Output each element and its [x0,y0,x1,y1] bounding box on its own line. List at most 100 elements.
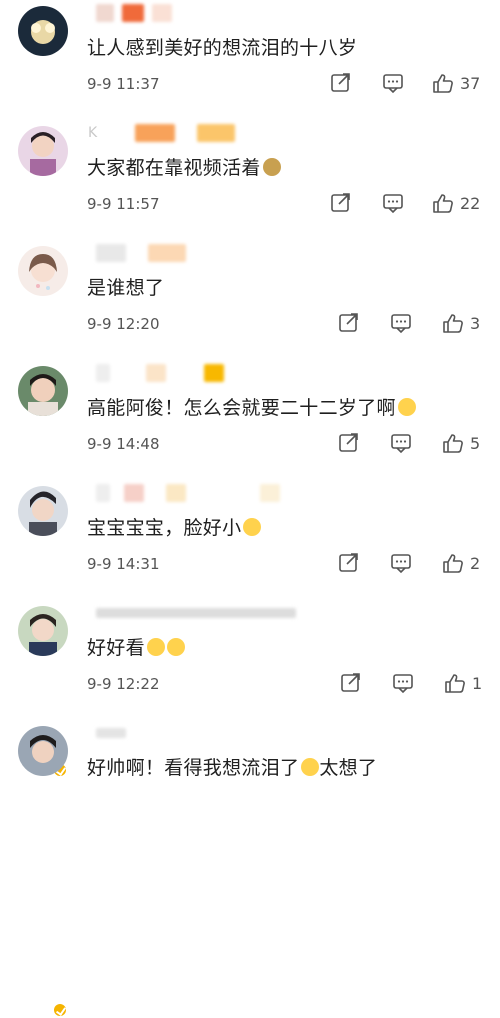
like-count: 5 [470,433,481,453]
redacted-name [96,244,126,262]
redacted-name [260,484,280,502]
crying-emoji-icon [166,638,185,656]
like-button[interactable]: 3 [442,310,480,336]
redacted-name [166,484,186,502]
redacted-name [96,728,126,738]
reply-icon [383,74,403,94]
share-button[interactable] [338,430,360,456]
username[interactable] [88,242,186,264]
like-button[interactable]: 5 [442,430,480,456]
reply-button[interactable] [390,310,412,336]
reply-icon [393,674,413,694]
username[interactable] [88,362,224,384]
redacted-name [204,364,224,382]
username[interactable] [88,722,126,744]
comment-text: 是谁想了 [87,277,165,299]
share-icon [339,433,358,452]
comment-item: 好帅啊！看得我想流泪了 太想了 [0,720,500,840]
like-button[interactable]: 1 [444,670,482,696]
redacted-name [96,364,110,382]
comment-text: 好帅啊！看得我想流泪了 太想了 [87,757,378,779]
like-button[interactable]: 2 [442,550,480,576]
avatar[interactable] [18,126,68,176]
avatar[interactable] [18,366,68,416]
reply-icon [391,314,411,334]
redacted-name [135,124,176,142]
like-count: 37 [460,73,481,93]
comment-time: 9-9 12:22 [87,675,160,693]
share-icon [331,73,350,92]
reply-button[interactable] [392,670,414,696]
comment-text: 宝宝宝宝，脸好小 [87,513,262,540]
like-button[interactable]: 37 [432,70,480,96]
redacted-name [96,484,110,502]
username[interactable]: K [88,122,236,144]
comment-time: 9-9 14:31 [87,555,160,573]
crying-emoji-icon [397,398,416,416]
redacted-name [124,484,144,502]
pleading-emoji-icon [243,518,262,536]
comment-feed: 让人感到美好的想流泪的十八岁 9-9 11:37 37 K 大家都在靠视频活着 … [0,0,500,1018]
thumbs-up-icon [443,434,463,453]
reply-button[interactable] [382,190,404,216]
comment-text: 让人感到美好的想流泪的十八岁 [87,37,358,59]
redacted-name [96,4,114,22]
comment-time: 9-9 11:57 [87,195,160,213]
comment-item: 让人感到美好的想流泪的十八岁 9-9 11:37 37 [0,0,500,120]
thumbs-up-icon [443,554,463,573]
comment-item: 高能阿俊！怎么会就要二十二岁了啊 9-9 14:48 5 [0,360,500,778]
comment-item: 是谁想了 9-9 12:20 3 [0,240,500,360]
share-icon [341,673,360,692]
share-button[interactable] [330,70,352,96]
reply-button[interactable] [390,550,412,576]
thumbs-up-icon [433,74,453,93]
comment-item: 好好看 9-9 12:22 1 [0,600,500,720]
username[interactable] [88,602,296,624]
like-button[interactable]: 22 [432,190,480,216]
comment-text: 好好看 [87,633,185,660]
reply-icon [391,554,411,574]
vip-badge [52,1002,68,1018]
share-button[interactable] [338,550,360,576]
redacted-name [152,4,172,22]
thumbs-up-icon [433,194,453,213]
redacted-name [96,608,296,618]
comment-time: 9-9 12:20 [87,315,160,333]
comment-item: 宝宝宝宝，脸好小 9-9 14:31 2 [0,480,500,1018]
reply-icon [383,194,403,214]
emoji-icon [262,158,281,176]
comment-text: 高能阿俊！怎么会就要二十二岁了啊 [87,393,416,420]
share-icon [331,193,350,212]
comment-time: 9-9 11:37 [87,75,160,93]
like-count: 3 [470,313,481,333]
redacted-name [122,4,144,22]
share-button[interactable] [340,670,362,696]
redacted-name [197,124,236,142]
avatar[interactable] [18,726,68,776]
reply-icon [391,434,411,454]
avatar[interactable] [18,6,68,56]
reply-button[interactable] [382,70,404,96]
redacted-name [148,244,186,262]
share-icon [339,553,358,572]
username[interactable] [88,482,280,504]
crying-emoji-icon [146,638,165,656]
thumbs-up-icon [443,314,463,333]
avatar[interactable] [18,606,68,656]
username[interactable] [88,2,172,24]
comment-text: 大家都在靠视频活着 [87,153,281,180]
like-count: 22 [460,193,481,213]
comment-item: K 大家都在靠视频活着 9-9 11:57 22 [0,120,500,240]
reply-button[interactable] [390,430,412,456]
share-button[interactable] [330,190,352,216]
avatar[interactable] [18,486,68,536]
avatar[interactable] [18,246,68,296]
share-button[interactable] [338,310,360,336]
share-icon [339,313,358,332]
thumbs-up-icon [445,674,465,693]
like-count: 1 [472,673,483,693]
like-count: 2 [470,553,481,573]
comment-time: 9-9 14:48 [87,435,160,453]
redacted-name [146,364,166,382]
crying-emoji-icon [301,758,320,776]
